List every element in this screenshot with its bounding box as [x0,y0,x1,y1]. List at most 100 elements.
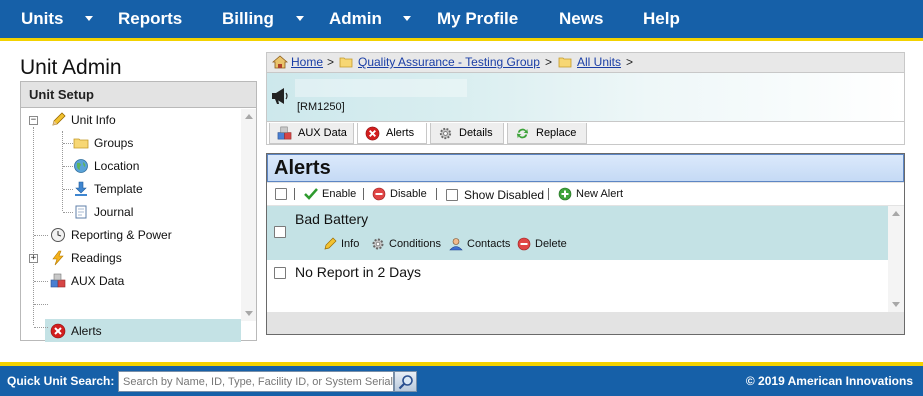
nav-help[interactable]: Help [643,0,680,38]
scroll-up-arrow-icon[interactable] [245,114,253,119]
quick-search-button[interactable] [394,371,417,392]
copyright-text: © 2019 American Innovations [745,374,913,388]
tree-guide-line [63,143,73,144]
folder-icon [558,57,572,68]
nav-admin[interactable]: Admin [329,0,382,38]
minus-circle-icon [517,237,531,251]
breadcrumb-all-units-link[interactable]: All Units [577,53,621,72]
scroll-down-arrow-icon[interactable] [245,311,253,316]
show-disabled-text: Show Disabled [464,188,545,202]
list-item-alert[interactable]: Bad Battery Info Conditions Contacts Del… [267,206,888,260]
unit-setup-tree: − + Unit Info Groups Location Template J… [21,109,241,342]
scroll-up-arrow-icon[interactable] [892,211,900,216]
unit-id-label: [RM1250] [297,101,345,113]
breadcrumb: Home > Quality Assurance - Testing Group… [266,52,905,72]
alert-name[interactable]: No Report in 2 Days [295,264,421,280]
cubes-icon [50,273,66,288]
nav-accent-stripe [0,38,923,41]
tab-details[interactable]: Details [430,123,504,144]
recycle-icon [516,128,529,139]
pencil-icon [52,112,66,126]
nav-reports[interactable]: Reports [118,0,182,38]
tree-scrollbar[interactable] [241,109,256,321]
unit-info-collapse-toggle[interactable]: − [29,116,38,125]
unit-tabs: AUX Data Alerts Details Replace [266,122,905,145]
breadcrumb-separator: > [626,55,634,69]
sidebar-item-label: Readings [71,251,122,265]
alerts-panel: Alerts Enable Disable Show Disabled New … [266,153,905,335]
readings-expand-toggle[interactable]: + [29,254,38,263]
tree-guide-line [34,327,48,328]
home-icon [272,55,288,69]
footer-bar: Quick Unit Search: © 2019 American Innov… [0,366,923,396]
minus-circle-icon [372,187,386,201]
breadcrumb-home-link[interactable]: Home [291,53,323,72]
alert-info-label: Info [341,238,360,250]
nav-my-profile[interactable]: My Profile [437,0,518,38]
unit-setup-panel: Unit Setup − + Unit Info Groups Location… [20,81,257,342]
tree-guide-line [63,166,73,167]
megaphone-icon [272,88,288,104]
scroll-down-arrow-icon[interactable] [892,302,900,307]
toolbar-divider [548,188,549,200]
clock-icon [51,228,65,242]
alert-conditions-label: Conditions [389,238,441,250]
alert-checkbox[interactable] [274,267,286,279]
user-icon [449,238,463,251]
unit-setup-header: Unit Setup [21,82,256,108]
plus-circle-icon [558,187,572,201]
sidebar-item-label: Template [94,182,143,196]
tree-guide-line [63,212,73,213]
journal-icon [75,205,87,219]
billing-chevron-down-icon[interactable] [296,16,304,21]
search-icon [398,375,413,390]
units-chevron-down-icon[interactable] [85,16,93,21]
pencil-icon [324,237,337,250]
download-arrow-icon [75,181,87,196]
tab-replace[interactable]: Replace [507,123,587,144]
tab-alerts[interactable]: Alerts [357,123,427,144]
alert-delete-label: Delete [535,238,567,250]
quick-search-label: Quick Unit Search: [7,374,115,388]
tab-aux-data[interactable]: AUX Data [269,123,354,144]
select-all-checkbox[interactable] [275,188,287,200]
sidebar-item-label: Journal [94,205,134,219]
sidebar-item-label: Alerts [71,324,102,338]
unit-name-field [295,79,467,97]
toolbar-divider [436,188,437,200]
alerts-title: Alerts [274,157,331,179]
unit-header-bar: [RM1250] [266,72,905,122]
breadcrumb-group-link[interactable]: Quality Assurance - Testing Group [358,53,540,72]
tree-guide-line [34,235,48,236]
sidebar-item-label: Unit Info [71,113,116,127]
sidebar-item-label: Reporting & Power [71,228,172,242]
gear-icon [439,127,452,140]
enable-label: Enable [322,188,357,200]
toolbar-divider [294,188,295,200]
show-disabled-checkbox[interactable] [446,189,458,201]
list-item-alert[interactable]: No Report in 2 Days [267,260,888,286]
lightning-icon [52,250,64,266]
alert-contacts-label: Contacts [467,238,511,250]
nav-units[interactable]: Units [21,0,64,38]
globe-icon [74,159,88,173]
nav-news[interactable]: News [559,0,603,38]
alerts-toolbar: Enable Disable Show Disabled New Alert [267,183,904,205]
tab-label: Replace [536,127,577,139]
alert-checkbox[interactable] [274,226,286,238]
breadcrumb-separator: > [545,55,553,69]
alerts-list: Bad Battery Info Conditions Contacts Del… [267,206,888,312]
tab-label: Details [459,127,493,139]
nav-billing[interactable]: Billing [222,0,274,38]
alerts-scrollbar[interactable] [888,206,904,312]
toolbar-divider [363,188,364,200]
tree-guide-line [63,189,73,190]
breadcrumb-separator: > [327,55,335,69]
admin-chevron-down-icon[interactable] [403,16,411,21]
tree-guide-line [33,127,34,325]
alerts-title-bar: Alerts [267,154,904,182]
quick-search-input[interactable] [118,371,394,392]
alert-name[interactable]: Bad Battery [295,211,368,227]
sidebar-item-label: Groups [94,136,134,150]
sidebar-item-label: Location [94,159,140,173]
